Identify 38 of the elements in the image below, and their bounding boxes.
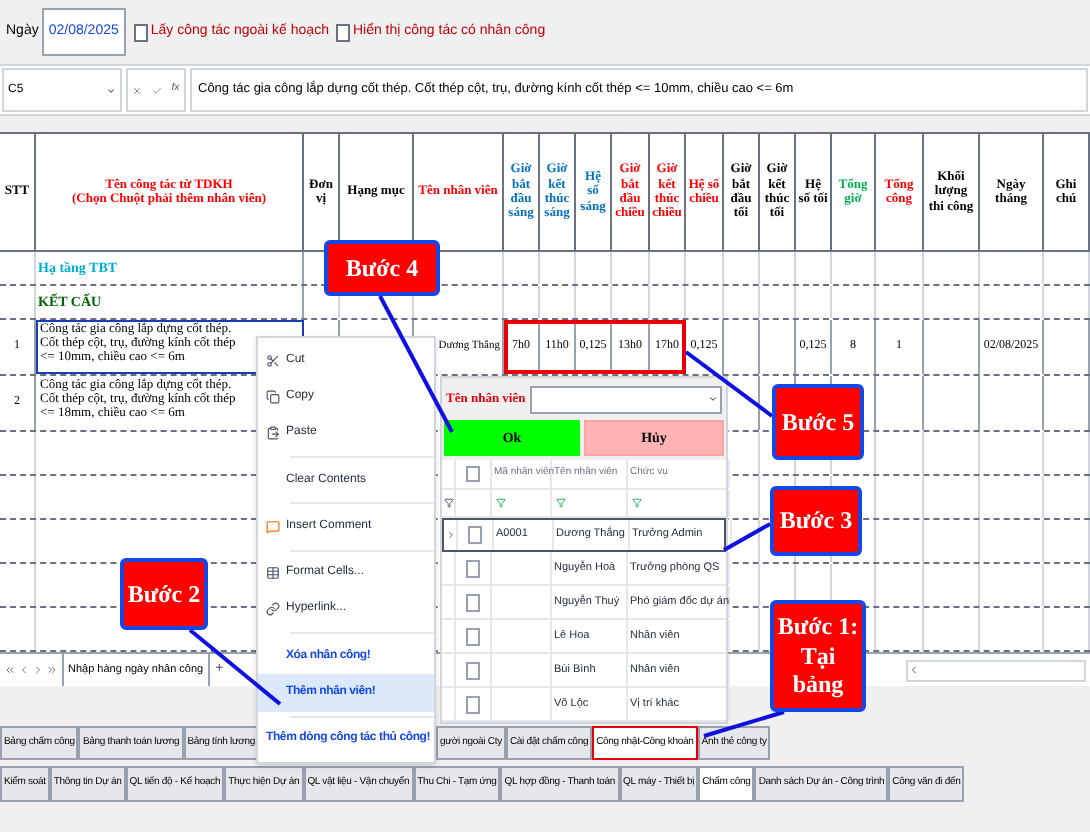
step-callout: Bước 4 [324, 240, 440, 296]
format-cells-icon [265, 566, 279, 581]
copy-icon [265, 389, 279, 404]
step-callout: Bước 2 [120, 558, 208, 630]
leader-line [703, 710, 785, 738]
horizontal-scrollbar[interactable] [906, 659, 1086, 681]
comment-icon [265, 519, 279, 534]
select-all-checkbox[interactable] [466, 466, 480, 482]
row-checkbox[interactable] [468, 526, 482, 544]
dropdown-caret-icon [708, 394, 718, 405]
row-pointer-icon [445, 530, 455, 540]
leader-line [723, 522, 771, 552]
checkbox[interactable] [134, 23, 149, 41]
first-sheet-icon[interactable] [4, 664, 16, 676]
filter-icon[interactable] [496, 498, 506, 508]
paste-icon [265, 426, 279, 441]
scroll-left-icon[interactable] [908, 664, 920, 676]
filter-icon[interactable] [556, 498, 566, 508]
row-checkbox[interactable] [466, 593, 480, 611]
row-checkbox[interactable] [466, 559, 480, 577]
filter-icon[interactable] [632, 498, 642, 508]
row-checkbox[interactable] [466, 695, 480, 713]
scissors-icon [265, 353, 279, 368]
step-callout: Bước 5 [772, 384, 864, 460]
filter-icon[interactable] [443, 498, 453, 508]
last-sheet-icon[interactable] [46, 664, 58, 676]
link-icon [265, 602, 279, 617]
row-checkbox[interactable] [466, 661, 480, 679]
leader-line [684, 350, 774, 418]
row-checkbox[interactable] [466, 627, 480, 645]
checkbox[interactable] [336, 23, 351, 41]
dropdown-caret-icon [106, 85, 116, 95]
step-callout: Bước 1: Tại bảng [770, 600, 866, 712]
check-icon[interactable] [152, 85, 163, 95]
next-sheet-icon[interactable] [32, 664, 44, 676]
step-callout: Bước 3 [770, 486, 862, 556]
previous-sheet-icon[interactable] [18, 664, 30, 676]
employee-select[interactable] [529, 385, 722, 414]
